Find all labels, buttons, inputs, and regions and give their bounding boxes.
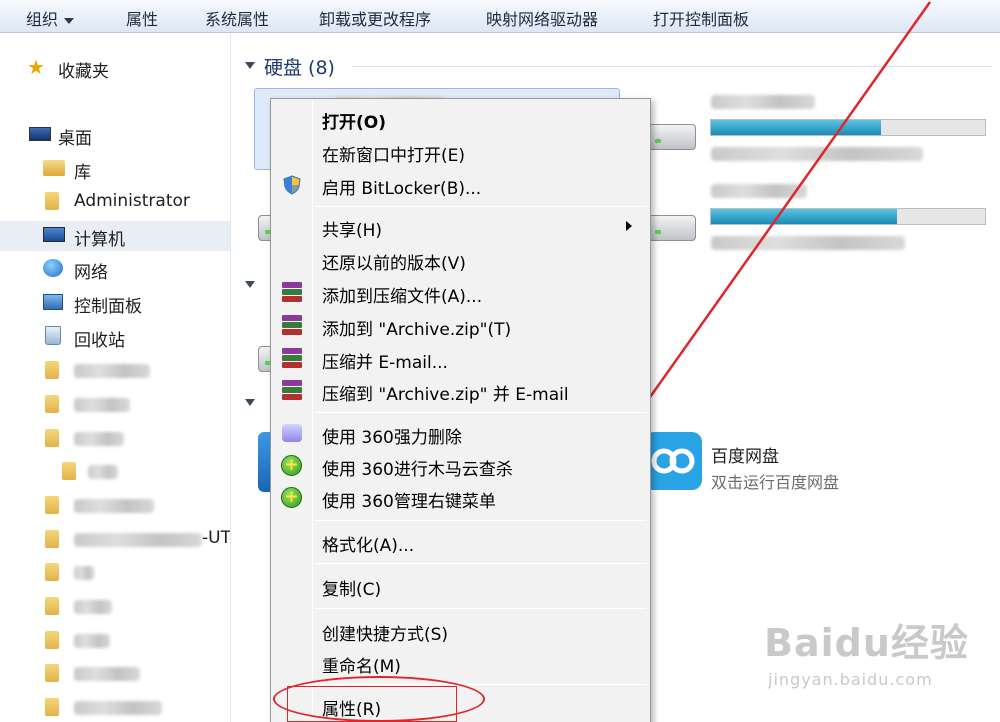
menu-separator [315,520,646,521]
winrar-icon [282,282,302,304]
menu-item-format[interactable]: 格式化(A)... [273,527,648,557]
menu-item-label: 格式化(A)... [322,536,415,556]
menu-item-open[interactable]: 打开(O) [273,104,648,134]
menu-item-label: 使用 360强力删除 [322,428,462,448]
watermark-logo: Baidu经验 [764,621,969,665]
menu-item-add-to-archive[interactable]: 添加到压缩文件(A)... [273,278,648,308]
menu-item-add-to-zip[interactable]: 添加到 "Archive.zip"(T) [273,311,648,341]
menu-item-label: 使用 360管理右键菜单 [322,492,496,512]
menu-item-360-scan[interactable]: + 使用 360进行木马云查杀 [273,451,648,481]
menu-item-label: 创建快捷方式(S) [322,625,449,645]
menu-item-label: 压缩到 "Archive.zip" 并 E-mail [322,385,569,405]
menu-item-label: 添加到压缩文件(A)... [322,287,483,307]
menu-item-label: 复制(C) [322,580,382,600]
menu-separator [315,563,646,564]
menu-separator [315,412,646,413]
menu-item-compress-email[interactable]: 压缩并 E-mail... [273,344,648,374]
submenu-arrow-icon [626,221,632,231]
menu-item-bitlocker[interactable]: 启用 BitLocker(B)... [273,170,648,200]
baidu-jingyan-watermark: Baidu经验 jingyan.baidu.com [764,612,969,689]
menu-item-label: 重命名(M) [322,657,401,677]
annotation-ellipse [273,676,485,722]
menu-item-label: 压缩并 E-mail... [322,353,448,373]
menu-item-label: 共享(H) [322,221,383,241]
menu-item-label: 添加到 "Archive.zip"(T) [322,320,512,340]
uac-shield-icon [283,175,301,195]
menu-item-label: 使用 360进行木马云查杀 [322,460,513,480]
watermark-url: jingyan.baidu.com [768,670,933,689]
menu-item-360-manage[interactable]: + 使用 360管理右键菜单 [273,483,648,513]
winrar-icon [282,380,302,402]
360-plus-icon: + [281,487,302,508]
menu-item-label: 还原以前的版本(V) [322,254,466,274]
winrar-icon [282,315,302,337]
menu-item-compress-zip-email[interactable]: 压缩到 "Archive.zip" 并 E-mail [273,376,648,406]
winrar-icon [282,348,302,370]
menu-item-create-shortcut[interactable]: 创建快捷方式(S) [273,616,648,646]
context-menu: 打开(O) 在新窗口中打开(E) 启用 BitLocker(B)... 共享(H… [270,98,651,722]
360-plus-icon: + [281,455,302,476]
360-shredder-icon [282,424,302,442]
menu-item-rename[interactable]: 重命名(M) [273,648,648,678]
menu-item-share[interactable]: 共享(H) [273,212,648,242]
menu-item-360-shred[interactable]: 使用 360强力删除 [273,419,648,449]
menu-item-open-new-window[interactable]: 在新窗口中打开(E) [273,137,648,167]
menu-item-copy[interactable]: 复制(C) [273,571,648,601]
menu-item-label: 打开(O) [322,113,386,133]
menu-item-label: 在新窗口中打开(E) [322,146,466,166]
menu-separator [315,608,646,609]
menu-item-restore-previous[interactable]: 还原以前的版本(V) [273,245,648,275]
menu-separator [315,206,646,207]
menu-item-label: 启用 BitLocker(B)... [322,179,482,199]
